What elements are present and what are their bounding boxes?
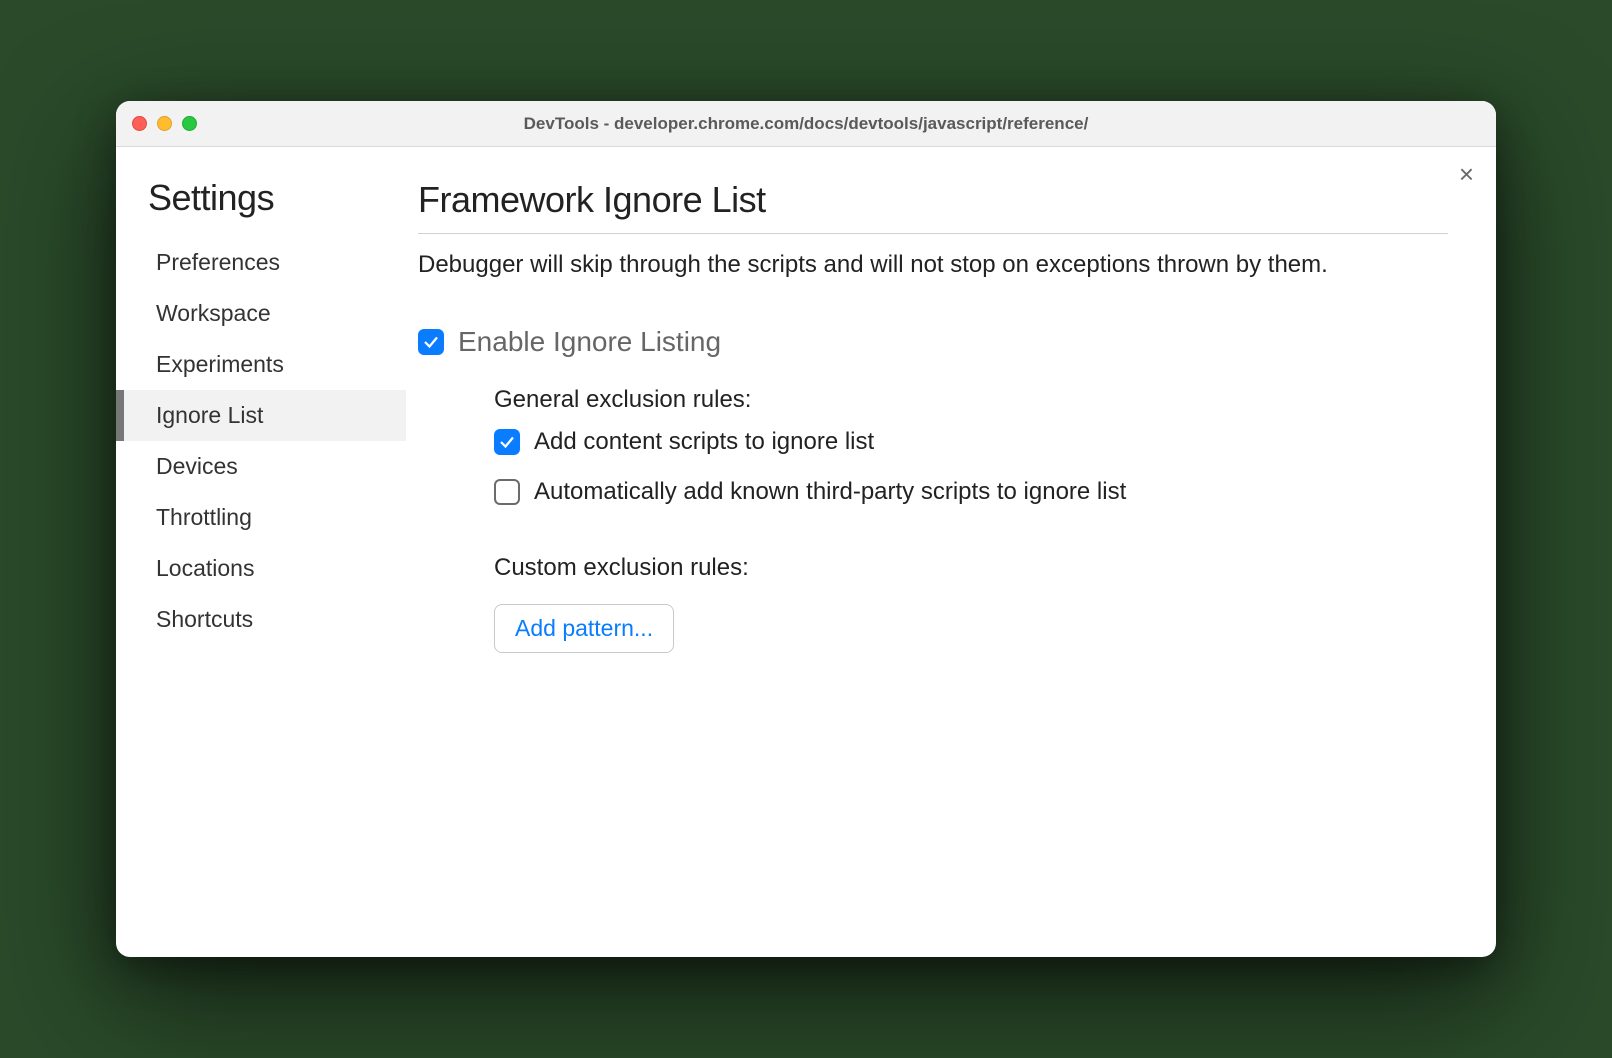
add-pattern-button[interactable]: Add pattern...	[494, 604, 674, 653]
settings-main: Framework Ignore List Debugger will skip…	[406, 147, 1496, 957]
close-settings-button[interactable]: ×	[1459, 161, 1474, 187]
sidebar-item-ignore-list[interactable]: Ignore List	[116, 390, 406, 441]
third-party-scripts-checkbox[interactable]	[494, 479, 520, 505]
sidebar-item-experiments[interactable]: Experiments	[116, 339, 406, 390]
general-rules-heading: General exclusion rules:	[494, 386, 1448, 414]
checkmark-icon	[422, 333, 440, 351]
content-scripts-checkbox[interactable]	[494, 429, 520, 455]
devtools-settings-window: DevTools - developer.chrome.com/docs/dev…	[116, 101, 1496, 957]
sidebar-item-preferences[interactable]: Preferences	[116, 237, 406, 288]
traffic-lights	[132, 116, 197, 131]
content-scripts-row: Add content scripts to ignore list	[494, 428, 1448, 456]
sidebar-item-throttling[interactable]: Throttling	[116, 492, 406, 543]
general-exclusion-section: General exclusion rules: Add content scr…	[494, 386, 1448, 653]
window-title: DevTools - developer.chrome.com/docs/dev…	[116, 114, 1496, 134]
page-description: Debugger will skip through the scripts a…	[418, 248, 1448, 282]
window-minimize-icon[interactable]	[157, 116, 172, 131]
third-party-scripts-row: Automatically add known third-party scri…	[494, 478, 1448, 506]
window-close-icon[interactable]	[132, 116, 147, 131]
enable-ignore-listing-checkbox[interactable]	[418, 329, 444, 355]
custom-rules-heading: Custom exclusion rules:	[494, 554, 1448, 582]
sidebar-item-shortcuts[interactable]: Shortcuts	[116, 594, 406, 645]
settings-heading: Settings	[148, 177, 406, 219]
content-scripts-label: Add content scripts to ignore list	[534, 428, 874, 456]
window-titlebar: DevTools - developer.chrome.com/docs/dev…	[116, 101, 1496, 147]
enable-ignore-listing-label: Enable Ignore Listing	[458, 326, 721, 358]
checkmark-icon	[498, 433, 516, 451]
sidebar-item-devices[interactable]: Devices	[116, 441, 406, 492]
settings-sidebar: Settings Preferences Workspace Experimen…	[116, 147, 406, 957]
window-zoom-icon[interactable]	[182, 116, 197, 131]
third-party-scripts-label: Automatically add known third-party scri…	[534, 478, 1126, 506]
sidebar-item-workspace[interactable]: Workspace	[116, 288, 406, 339]
settings-content: × Settings Preferences Workspace Experim…	[116, 147, 1496, 957]
page-title: Framework Ignore List	[418, 179, 1448, 234]
sidebar-item-locations[interactable]: Locations	[116, 543, 406, 594]
enable-ignore-listing-row: Enable Ignore Listing	[418, 326, 1448, 358]
